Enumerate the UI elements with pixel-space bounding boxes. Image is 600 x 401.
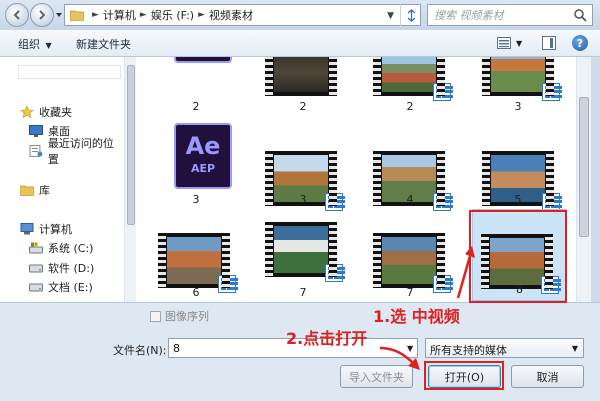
annotation-arrows	[379, 246, 475, 370]
